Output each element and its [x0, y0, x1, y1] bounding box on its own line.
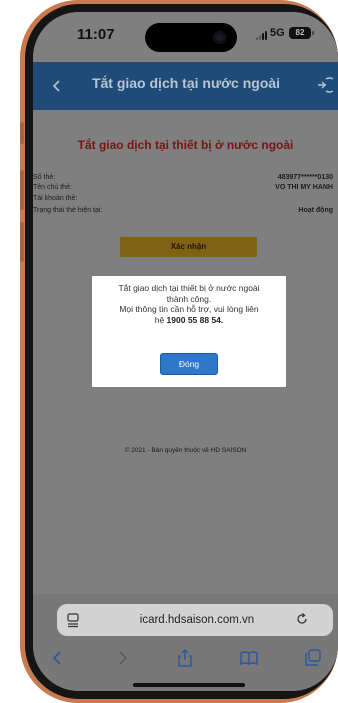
dialog-line: Tắt giao dịch tại thiết bị ở nước ngoài — [118, 283, 260, 293]
info-value: Hoạt động — [298, 207, 333, 214]
status-time: 11:07 — [77, 26, 115, 43]
phone-screen: 11:07 5G 82 Tắt giao dịch tại nước ngoài… — [33, 12, 338, 691]
card-section-heading: Tắt giao dịch tại thiết bị ở nước ngoài — [77, 138, 294, 152]
close-button[interactable]: Đóng — [160, 353, 218, 375]
dialog-line: Mọi thông tin cần hỗ trợ, vui lòng liên — [119, 304, 259, 314]
info-label: Số thẻ: — [33, 174, 56, 181]
reload-icon[interactable] — [295, 612, 309, 626]
chevron-left-icon[interactable] — [47, 74, 67, 98]
dialog-text: . — [220, 314, 224, 325]
camera-icon — [213, 31, 226, 44]
card-info-panel: Tắt giao dịch tại thiết bị ở nước ngoài … — [33, 124, 338, 234]
confirm-button[interactable]: Xác nhận — [120, 237, 257, 257]
page-title: Tắt giao dịch tại nước ngoài — [91, 75, 281, 91]
info-row-card-account: Tài khoản thẻ: — [33, 195, 335, 206]
share-icon[interactable] — [175, 648, 195, 668]
info-label: Tài khoản thẻ: — [33, 195, 78, 202]
address-bar[interactable]: icard.hdsaison.com.vn — [57, 604, 333, 636]
info-label: Trạng thái thẻ hiện tại: — [33, 207, 103, 214]
phone-side-button — [20, 222, 24, 262]
info-row-card-holder: Tên chủ thẻ: VO THI MY HANH — [33, 184, 335, 195]
info-label: Tên chủ thẻ: — [33, 184, 72, 191]
site-settings-icon[interactable] — [66, 612, 80, 628]
signal-icon — [256, 31, 267, 40]
network-label: 5G — [270, 27, 285, 39]
dialog-line: hệ 1900 55 88 54. — [100, 315, 278, 326]
dialog-message: Tắt giao dịch tại thiết bị ở nước ngoài … — [100, 283, 278, 325]
app-header: Tắt giao dịch tại nước ngoài — [33, 62, 338, 110]
phone-side-button — [20, 122, 24, 144]
battery-icon: 82 — [289, 27, 314, 39]
browser-nav-row — [33, 644, 338, 674]
forward-icon[interactable] — [112, 648, 132, 668]
copyright-text: © 2021 - Bản quyền thuộc về HD SAISON — [124, 447, 247, 454]
tabs-icon[interactable] — [303, 648, 323, 668]
phone-side-button — [20, 170, 24, 210]
status-bar: 11:07 5G 82 — [33, 12, 338, 62]
dialog-text: hệ — [154, 314, 167, 325]
hotline-number[interactable]: 1900 55 88 54 — [167, 315, 221, 325]
home-indicator[interactable] — [133, 683, 245, 687]
url-text[interactable]: icard.hdsaison.com.vn — [127, 614, 267, 626]
info-value: 483977******0130 — [277, 174, 333, 181]
browser-toolbar: icard.hdsaison.com.vn — [33, 594, 338, 691]
bookmarks-icon[interactable] — [239, 648, 259, 668]
dynamic-island — [145, 23, 237, 52]
logout-icon[interactable] — [315, 75, 333, 95]
back-icon[interactable] — [48, 648, 68, 668]
dialog-line: thành công. — [166, 293, 212, 304]
info-value: VO THI MY HANH — [275, 184, 333, 191]
info-row-card-status: Trạng thái thẻ hiện tại: Hoạt động — [33, 207, 335, 218]
success-dialog: Tắt giao dịch tại thiết bị ở nước ngoài … — [92, 276, 286, 387]
